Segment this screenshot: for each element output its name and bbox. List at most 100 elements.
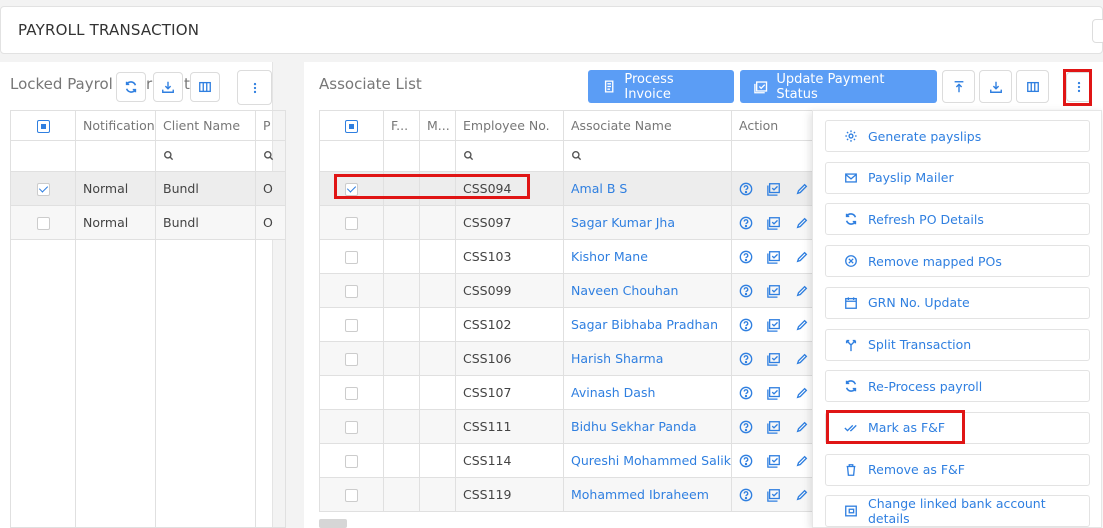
- filter-cell[interactable]: [155, 140, 256, 172]
- row-checkbox[interactable]: [345, 285, 358, 298]
- filter-cell[interactable]: [419, 140, 456, 172]
- edit-icon[interactable]: [795, 488, 809, 502]
- table-row[interactable]: CSS102 Sagar Bibhaba Pradhan: [319, 307, 820, 342]
- payment-check-icon[interactable]: [767, 250, 781, 264]
- table-row[interactable]: Normal Bundl O: [10, 171, 286, 206]
- column-header[interactable]: Client Name: [155, 110, 256, 141]
- download-button[interactable]: [979, 70, 1012, 103]
- menu-item-grn-no-update[interactable]: GRN No. Update: [825, 286, 1090, 319]
- help-icon[interactable]: [739, 216, 753, 230]
- menu-item-payslip-mailer[interactable]: Payslip Mailer: [825, 161, 1090, 194]
- help-icon[interactable]: [739, 182, 753, 196]
- associate-name-link[interactable]: Avinash Dash: [563, 375, 732, 410]
- horizontal-scrollbar[interactable]: [319, 519, 347, 528]
- edit-icon[interactable]: [795, 454, 809, 468]
- row-checkbox[interactable]: [345, 217, 358, 230]
- column-header[interactable]: Notification: [75, 110, 156, 141]
- menu-item-remove-mapped-pos[interactable]: Remove mapped POs: [825, 245, 1090, 278]
- payment-check-icon[interactable]: [767, 488, 781, 502]
- column-header[interactable]: Associate Name: [563, 110, 732, 141]
- help-icon[interactable]: [739, 284, 753, 298]
- table-row[interactable]: CSS119 Mohammed Ibraheem: [319, 477, 820, 512]
- edit-icon[interactable]: [795, 420, 809, 434]
- row-checkbox[interactable]: [345, 319, 358, 332]
- filter-cell[interactable]: [75, 140, 156, 172]
- process-invoice-button[interactable]: Process Invoice: [588, 70, 734, 103]
- associate-name-link[interactable]: Kishor Mane: [563, 239, 732, 274]
- column-header[interactable]: Employee No.: [455, 110, 564, 141]
- column-header[interactable]: P: [255, 110, 286, 141]
- associate-name-link[interactable]: Naveen Chouhan: [563, 273, 732, 308]
- menu-item-change-linked-bank-account-details[interactable]: Change linked bank account details: [825, 495, 1090, 528]
- help-icon[interactable]: [739, 488, 753, 502]
- edit-icon[interactable]: [795, 318, 809, 332]
- select-all-checkbox[interactable]: [345, 120, 358, 133]
- row-checkbox[interactable]: [345, 421, 358, 434]
- more-options-button-left[interactable]: [237, 70, 272, 105]
- table-row[interactable]: CSS111 Bidhu Sekhar Panda: [319, 409, 820, 444]
- menu-item-refresh-po-details[interactable]: Refresh PO Details: [825, 203, 1090, 236]
- edit-icon[interactable]: [795, 250, 809, 264]
- menu-item-re-process-payroll[interactable]: Re-Process payroll: [825, 370, 1090, 403]
- filter-cell[interactable]: [455, 140, 564, 172]
- column-header[interactable]: F...: [383, 110, 420, 141]
- row-checkbox[interactable]: [36, 183, 50, 196]
- refresh-button[interactable]: [116, 72, 146, 102]
- row-checkbox[interactable]: [345, 489, 358, 502]
- table-row[interactable]: Normal Bundl O: [10, 205, 286, 240]
- associate-name-link[interactable]: Bidhu Sekhar Panda: [563, 409, 732, 444]
- download-button[interactable]: [153, 72, 183, 102]
- update-payment-status-button[interactable]: Update Payment Status: [740, 70, 937, 103]
- associate-name-link[interactable]: Sagar Bibhaba Pradhan: [563, 307, 732, 342]
- payment-check-icon[interactable]: [767, 420, 781, 434]
- table-row[interactable]: CSS106 Harish Sharma: [319, 341, 820, 376]
- edit-icon[interactable]: [795, 284, 809, 298]
- filter-cell[interactable]: [255, 140, 286, 172]
- help-icon[interactable]: [739, 352, 753, 366]
- columns-button[interactable]: [190, 72, 220, 102]
- payment-check-icon[interactable]: [767, 182, 781, 196]
- help-icon[interactable]: [739, 420, 753, 434]
- edit-icon[interactable]: [795, 182, 809, 196]
- help-icon[interactable]: [739, 454, 753, 468]
- associate-name-link[interactable]: Sagar Kumar Jha: [563, 205, 732, 240]
- payment-check-icon[interactable]: [767, 284, 781, 298]
- help-icon[interactable]: [739, 250, 753, 264]
- edit-icon[interactable]: [795, 216, 809, 230]
- payment-check-icon[interactable]: [767, 216, 781, 230]
- table-row[interactable]: CSS099 Naveen Chouhan: [319, 273, 820, 308]
- row-checkbox[interactable]: [36, 217, 50, 230]
- payment-check-icon[interactable]: [767, 352, 781, 366]
- row-checkbox[interactable]: [345, 353, 358, 366]
- menu-item-split-transaction[interactable]: Split Transaction: [825, 328, 1090, 361]
- associate-name-link[interactable]: Mohammed Ibraheem: [563, 477, 732, 512]
- help-icon[interactable]: [739, 318, 753, 332]
- payment-check-icon[interactable]: [767, 318, 781, 332]
- row-checkbox[interactable]: [345, 387, 358, 400]
- help-icon[interactable]: [739, 386, 753, 400]
- columns-button[interactable]: [1016, 70, 1049, 103]
- edit-icon[interactable]: [795, 386, 809, 400]
- upload-button[interactable]: [942, 70, 975, 103]
- remove-circle-icon: [844, 254, 858, 268]
- payment-check-icon[interactable]: [767, 454, 781, 468]
- column-header[interactable]: Action: [731, 110, 820, 141]
- select-all-checkbox[interactable]: [36, 120, 50, 133]
- filter-cell[interactable]: [563, 140, 732, 172]
- associate-name-link[interactable]: Qureshi Mohammed Salik: [563, 443, 732, 478]
- table-row[interactable]: CSS097 Sagar Kumar Jha: [319, 205, 820, 240]
- menu-item-generate-payslips[interactable]: Generate payslips: [825, 120, 1090, 152]
- column-header[interactable]: M...: [419, 110, 456, 141]
- payment-check-icon[interactable]: [767, 386, 781, 400]
- menu-item-remove-as-f-f[interactable]: Remove as F&F: [825, 453, 1090, 486]
- table-row[interactable]: CSS107 Avinash Dash: [319, 375, 820, 410]
- header-edge-control[interactable]: [1092, 19, 1103, 43]
- associate-name-link[interactable]: Amal B S: [563, 171, 732, 206]
- associate-name-link[interactable]: Harish Sharma: [563, 341, 732, 376]
- row-checkbox[interactable]: [345, 455, 358, 468]
- table-row[interactable]: CSS114 Qureshi Mohammed Salik: [319, 443, 820, 478]
- row-checkbox[interactable]: [345, 251, 358, 264]
- table-row[interactable]: CSS103 Kishor Mane: [319, 239, 820, 274]
- edit-icon[interactable]: [795, 352, 809, 366]
- filter-cell[interactable]: [383, 140, 420, 172]
